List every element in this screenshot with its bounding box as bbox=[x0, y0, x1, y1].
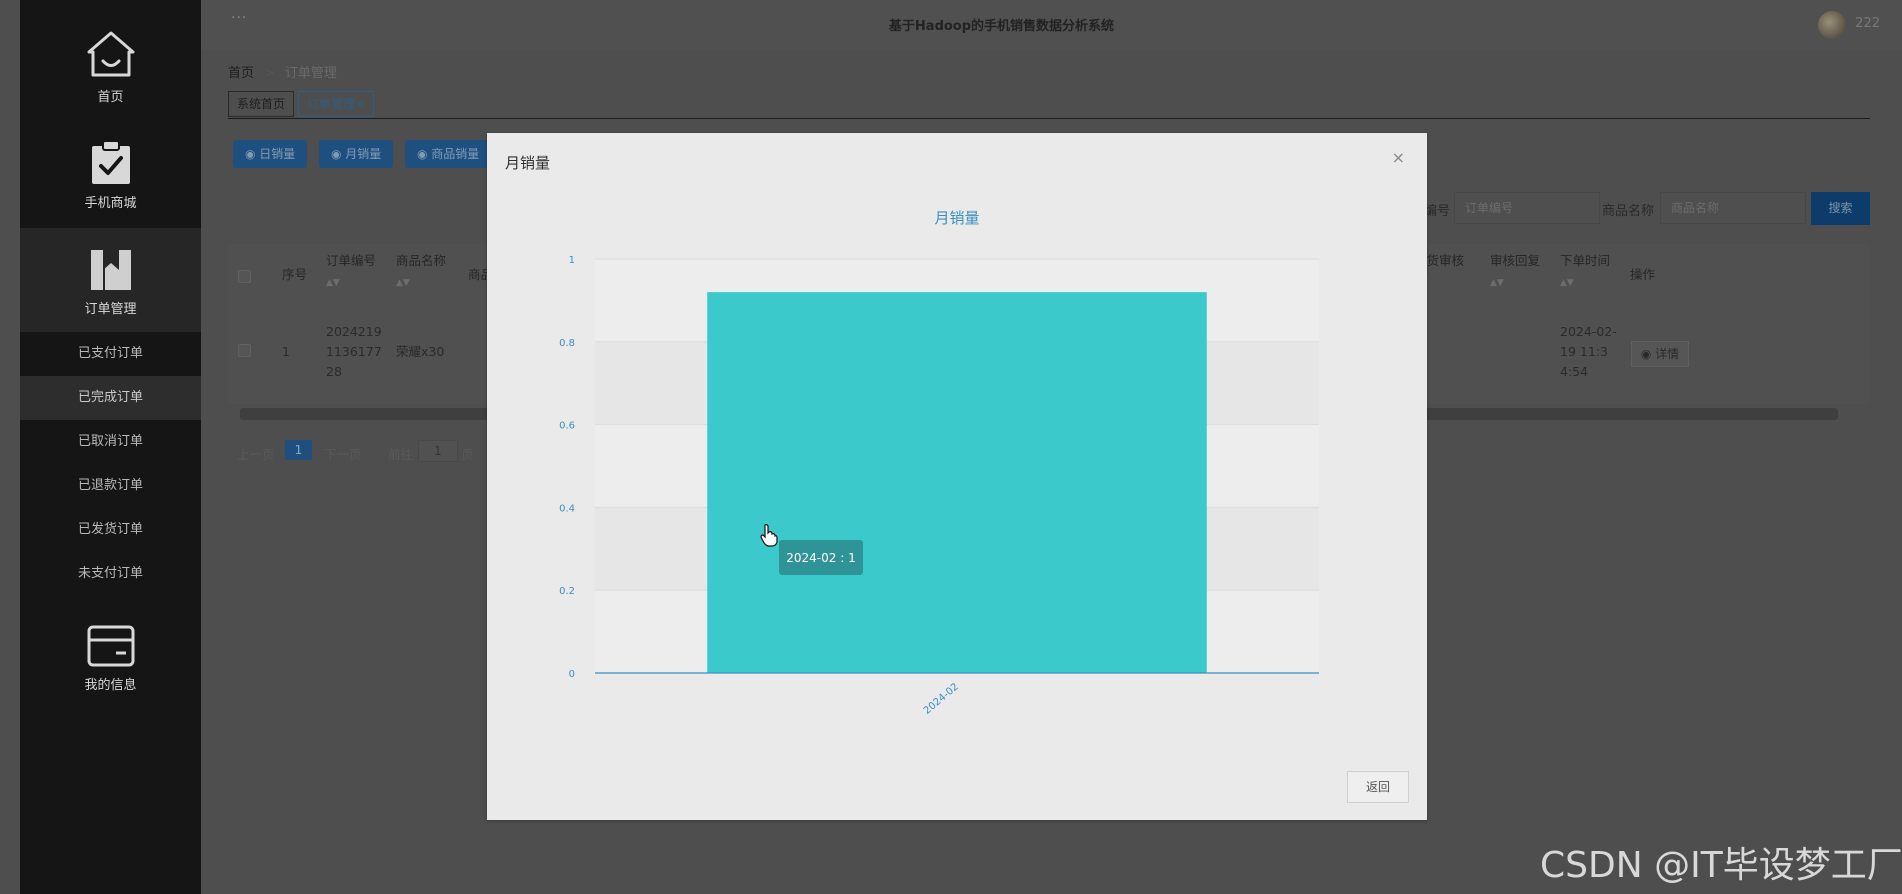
sort-icon[interactable]: ▲▼ bbox=[1490, 274, 1540, 292]
row-index: 1 bbox=[282, 344, 290, 359]
watermark: CSDN @IT毕设梦工厂 bbox=[1540, 845, 1902, 886]
submenu-cancelled-orders[interactable]: 已取消订单 bbox=[20, 420, 201, 464]
column-header[interactable]: 商品名称 ▲▼ bbox=[396, 252, 446, 292]
bar-chart: 月销量 0 0.2 0.4 0.6 0.8 1 2024-02 2024-02 : 1 bbox=[559, 209, 1319, 717]
sort-icon[interactable]: ▲▼ bbox=[396, 274, 446, 292]
row-order-no: 2024219113617728 bbox=[326, 324, 382, 379]
return-button[interactable]: 返回 bbox=[1347, 771, 1409, 803]
top-bar: ··· 基于Hadoop的手机销售数据分析系统 222 bbox=[201, 0, 1902, 50]
tab-system-home[interactable]: 系统首页 bbox=[228, 91, 295, 117]
goto-page-input[interactable]: 1 bbox=[418, 440, 458, 462]
sort-icon[interactable]: ▲▼ bbox=[1560, 274, 1610, 292]
sidebar-item-orders[interactable]: 订单管理 bbox=[20, 228, 201, 332]
order-no-input[interactable]: 订单编号 bbox=[1454, 192, 1600, 224]
button-label: 日销量 bbox=[259, 147, 296, 161]
sidebar-item-label: 订单管理 bbox=[84, 302, 137, 317]
monthly-sales-dialog: 月销量 × 月销量 0 0.2 0.4 0.6 0.8 1 2024-02 2024-02 … bbox=[487, 133, 1427, 820]
sidebar-item-home[interactable]: 首页 bbox=[20, 28, 201, 108]
page-unit-label: 页 bbox=[461, 447, 474, 462]
page-number[interactable]: 1 bbox=[285, 440, 312, 460]
search-button[interactable]: 搜索 bbox=[1811, 192, 1870, 225]
submenu-shipped-orders[interactable]: 已发货订单 bbox=[20, 508, 201, 552]
breadcrumb-home[interactable]: 首页 bbox=[228, 66, 254, 81]
button-label: 详情 bbox=[1655, 347, 1680, 361]
sidebar-item-label: 我的信息 bbox=[84, 678, 137, 693]
detail-button[interactable]: ◉ 详情 bbox=[1631, 341, 1689, 367]
chart-bars bbox=[707, 292, 1207, 673]
monthly-sales-button[interactable]: ◉ 月销量 bbox=[319, 140, 394, 168]
sidebar: 首页 手机商城 订单管理 已支付订单 已完成订单 已取消订单 已退款订单 已发货… bbox=[20, 0, 201, 894]
row-product: 荣耀x30 bbox=[396, 344, 445, 359]
sidebar-item-label: 手机商城 bbox=[84, 196, 137, 211]
submenu-paid-orders[interactable]: 已支付订单 bbox=[20, 332, 201, 376]
column-header[interactable]: 审核回复 ▲▼ bbox=[1490, 252, 1540, 292]
sidebar-item-label: 首页 bbox=[97, 90, 124, 105]
bar-2024-02 bbox=[707, 292, 1207, 673]
product-sales-button[interactable]: ◉ 商品销量 bbox=[405, 140, 492, 168]
row-time: 2024-02-19 11:34:54 bbox=[1560, 324, 1617, 379]
product-name-label: 商品名称 bbox=[1602, 204, 1655, 219]
tab-order-management[interactable]: 订单管理× bbox=[298, 91, 375, 117]
header-label: 审核回复 bbox=[1490, 253, 1541, 268]
row-checkbox[interactable] bbox=[238, 344, 251, 357]
eye-icon: ◉ bbox=[1640, 347, 1656, 361]
system-title: 基于Hadoop的手机销售数据分析系统 bbox=[888, 19, 1115, 34]
username[interactable]: 222 bbox=[1855, 16, 1880, 31]
book-icon bbox=[90, 250, 131, 290]
daily-sales-button[interactable]: ◉ 日销量 bbox=[233, 140, 308, 168]
submenu-unpaid-orders[interactable]: 未支付订单 bbox=[20, 552, 201, 596]
button-label: 商品销量 bbox=[431, 147, 480, 161]
avatar[interactable] bbox=[1818, 11, 1846, 39]
header-label: 商品名称 bbox=[396, 253, 447, 268]
header-label: 订单编号 bbox=[326, 253, 377, 268]
card-icon bbox=[87, 625, 134, 667]
product-name-input[interactable]: 商品名称 bbox=[1660, 192, 1806, 224]
breadcrumb: 首页 > 订单管理 bbox=[228, 66, 337, 81]
column-header: 序号 bbox=[282, 267, 308, 282]
y-tick-label: 0 bbox=[569, 669, 575, 680]
sidebar-item-profile[interactable]: 我的信息 bbox=[20, 624, 201, 696]
sort-icon[interactable]: ▲▼ bbox=[326, 274, 376, 292]
hand-cursor-icon bbox=[760, 524, 778, 547]
button-label: 月销量 bbox=[345, 147, 382, 161]
y-tick-label: 1 bbox=[569, 255, 575, 266]
select-all-checkbox[interactable] bbox=[238, 270, 251, 283]
close-icon[interactable]: × bbox=[355, 97, 365, 111]
chart-tooltip: 2024-02 : 1 bbox=[779, 540, 863, 575]
home-icon bbox=[87, 31, 134, 77]
submenu-completed-orders[interactable]: 已完成订单 bbox=[20, 376, 201, 420]
column-header[interactable]: 下单时间 ▲▼ bbox=[1560, 252, 1610, 292]
tabs-bar: 系统首页 订单管理× bbox=[228, 91, 1870, 119]
y-tick-label: 0.2 bbox=[559, 586, 575, 597]
column-header[interactable]: 订单编号 ▲▼ bbox=[326, 252, 376, 292]
column-header: 操作 bbox=[1630, 267, 1656, 282]
header-label: 下单时间 bbox=[1560, 253, 1611, 268]
tooltip-text: 2024-02 : 1 bbox=[786, 551, 855, 565]
clipboard-check-icon bbox=[91, 140, 130, 184]
x-tick-label: 2024-02 bbox=[922, 681, 961, 716]
chart-title: 月销量 bbox=[934, 209, 979, 227]
y-tick-label: 0.4 bbox=[559, 503, 575, 514]
next-page-button[interactable]: 下一页 bbox=[324, 444, 362, 463]
tab-label: 订单管理 bbox=[307, 97, 356, 111]
y-tick-label: 0.8 bbox=[559, 338, 575, 349]
prev-page-button[interactable]: 上一页 bbox=[237, 444, 275, 463]
y-tick-label: 0.6 bbox=[559, 421, 575, 432]
sidebar-item-shop[interactable]: 手机商城 bbox=[20, 140, 201, 216]
submenu-refunded-orders[interactable]: 已退款订单 bbox=[20, 464, 201, 508]
breadcrumb-current: 订单管理 bbox=[284, 66, 337, 81]
goto-label: 前往 bbox=[388, 447, 414, 462]
